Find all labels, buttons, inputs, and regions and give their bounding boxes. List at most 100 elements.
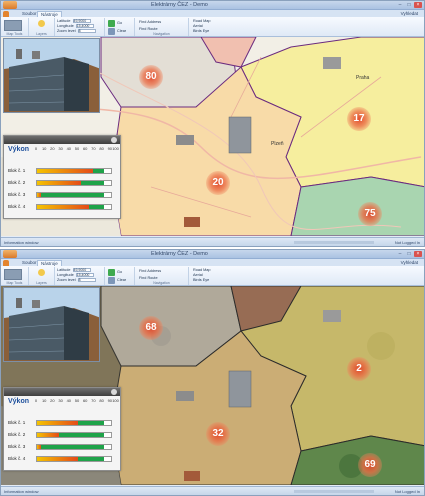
longitude-field[interactable]: 15,4000 [75,24,94,28]
status-text: Information window [4,489,39,494]
unit-output-fill [37,181,82,185]
power-plant-icon[interactable] [228,116,252,154]
go-icon[interactable] [108,20,115,27]
ribbon-group-layers: Layers [29,267,55,285]
cluster-badge[interactable]: 68 [139,316,163,340]
region-south[interactable] [290,176,424,236]
power-plant-photo [3,38,100,113]
aerial-button[interactable]: Aerial [193,273,203,277]
ribbon-group-map-info: Latitude 49,9000 Longitude 15,4000 Zoom le… [55,18,105,36]
map-thumbnail-icon[interactable] [4,269,22,280]
find-route-button[interactable]: Find Route [139,276,158,280]
unit-row: Blok č. 2 [8,179,120,187]
close-icon[interactable]: × [414,2,422,8]
unit-output-bar [36,420,112,426]
cluster-badge[interactable]: 80 [139,65,163,89]
cluster-badge[interactable]: 20 [206,171,230,195]
scale-tick: 100 [112,146,119,151]
birds-eye-button[interactable]: Birds Eye [193,278,209,282]
clear-button[interactable]: Clear [117,278,126,282]
zoom-slider[interactable] [294,241,374,244]
road-map-button[interactable]: Road Map [193,268,211,272]
scale-tick: 40 [66,146,72,151]
find-route-button[interactable]: Find Route [139,27,158,31]
unit-row: Blok č. 2 [8,431,120,439]
cluster-badge[interactable]: 2 [347,357,371,381]
search-link[interactable]: Vyhledat [401,11,418,16]
cluster-badge[interactable]: 32 [206,422,230,446]
unit-row: Blok č. 4 [8,455,120,463]
unit-row: Blok č. 4 [8,203,120,211]
cluster-badge[interactable]: 17 [347,107,371,131]
scale-tick: 70 [91,146,96,151]
power-plant-icon[interactable] [184,217,200,227]
find-address-button[interactable]: Find Address [139,269,161,273]
maximize-icon[interactable]: □ [405,251,413,257]
app-window-aerial-view: Elektrárny ČEZ - Demo – □ × Soubor Nástr… [0,249,425,496]
login-status[interactable]: Not Logged In [395,489,420,494]
power-plant-icon[interactable] [176,135,194,145]
scale-tick: 80 [99,398,104,403]
layers-icon[interactable] [38,20,45,27]
minimize-icon[interactable]: – [396,2,404,8]
ribbon-tab-row: Soubor Nástroje Vyhledat [1,259,424,266]
scale-tick: 10 [41,398,47,403]
latitude-field[interactable]: 49,9000 [72,268,91,272]
output-scale: 0 10 20 30 40 50 60 70 80 90 100 [35,398,119,405]
scale-tick: 50 [74,398,80,403]
minimize-icon[interactable]: – [396,251,404,257]
close-icon[interactable]: × [414,251,422,257]
close-icon[interactable] [111,389,117,395]
maximize-icon[interactable]: □ [405,2,413,8]
aerial-button[interactable]: Aerial [193,24,203,28]
ribbon-group-actions: Go Clear [105,267,135,285]
cluster-badge[interactable]: 69 [358,453,382,477]
unit-output-fill [37,205,89,209]
go-button[interactable]: Go [117,21,122,25]
close-icon[interactable] [111,137,117,143]
map-thumbnail-icon[interactable] [4,20,22,31]
longitude-field[interactable]: 15,4000 [75,273,94,277]
latitude-field[interactable]: 49,9000 [72,19,91,23]
unit-label: Blok č. 2 [8,432,26,437]
window-title: Elektrárny ČEZ - Demo [151,2,208,8]
city-label-plzen: Plzeň [271,141,284,147]
ribbon-group-label: Map Tools [6,281,23,285]
app-window-road-view: Elektrárny ČEZ - Demo – □ × Soubor Nástr… [0,0,425,247]
unit-label: Blok č. 4 [8,456,26,461]
app-menu-button[interactable] [3,1,17,9]
scale-tick: 20 [50,146,55,151]
zoom-slider[interactable] [294,490,374,493]
ribbon-group-map-tools: Map Tools [1,267,29,285]
scale-tick: 10 [41,146,47,151]
unit-label: Blok č. 3 [8,192,26,197]
go-icon[interactable] [108,269,115,276]
unit-output-fill [37,421,78,425]
login-status[interactable]: Not Logged In [395,240,420,245]
clear-button[interactable]: Clear [117,29,126,33]
birds-eye-button[interactable]: Birds Eye [193,29,209,33]
power-plant-icon[interactable] [176,391,194,401]
zoom-field[interactable]: 8 [77,278,96,282]
scale-tick: 40 [66,398,72,403]
power-plant-icon[interactable] [184,471,200,481]
output-panel: Výkon 0 10 20 30 40 50 60 70 80 90 100 B… [3,135,121,219]
app-menu-button[interactable] [3,250,17,258]
cluster-badge[interactable]: 75 [358,202,382,226]
unit-output-tail [88,205,104,209]
go-button[interactable]: Go [117,270,122,274]
clear-icon[interactable] [108,277,115,284]
power-plant-icon[interactable] [323,57,341,69]
ribbon-group-navigation: Find Address Find Route Navigation [135,18,189,36]
power-plant-icon[interactable] [228,370,252,408]
road-map-button[interactable]: Road Map [193,19,211,23]
ribbon-group-label: Navigation [153,281,170,285]
unit-row: Blok č. 3 [8,443,120,451]
search-link[interactable]: Vyhledat [401,260,418,265]
zoom-field[interactable]: 8 [77,29,96,33]
find-address-button[interactable]: Find Address [139,20,161,24]
clear-icon[interactable] [108,28,115,35]
ribbon: Map Tools Layers Latitude 49,9000 Longitu… [1,17,424,37]
layers-icon[interactable] [38,269,45,276]
power-plant-icon[interactable] [323,310,341,322]
